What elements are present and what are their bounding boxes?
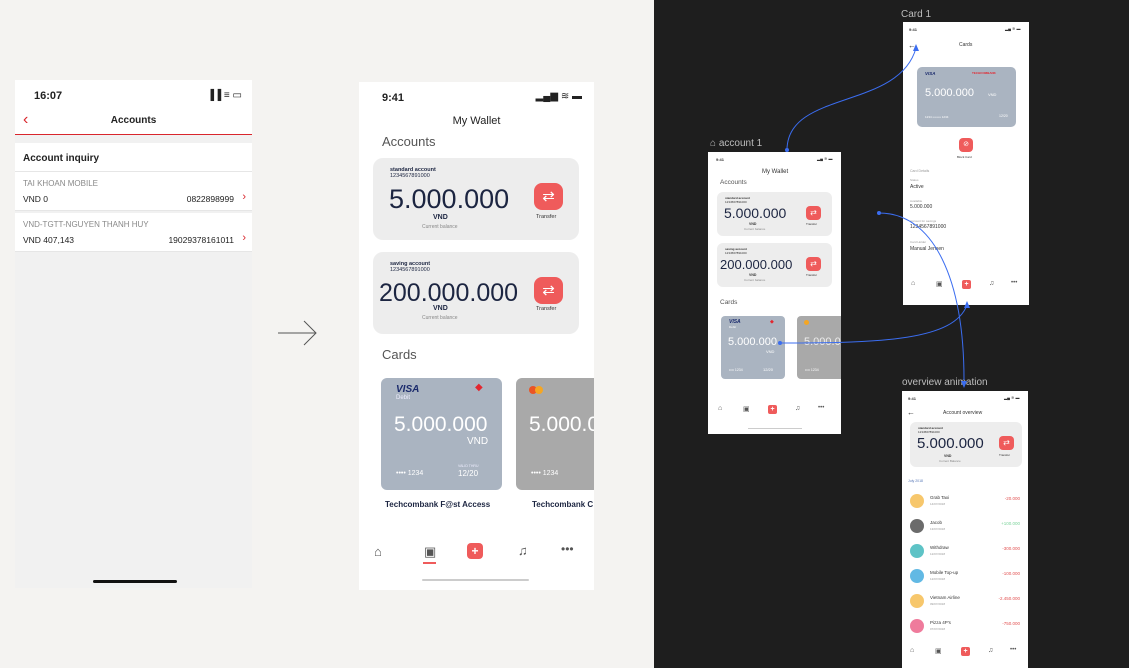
- active-tab-indicator: [423, 562, 436, 564]
- current-balance-label: Current balance: [422, 224, 458, 230]
- account-row[interactable]: VND-TGTT-NGUYEN THANH HUY VND 407,143 19…: [15, 213, 252, 252]
- card-currency: VND: [467, 436, 489, 447]
- card-name: Techcombank C: [532, 500, 594, 509]
- account-row[interactable]: TAI KHOAN MOBILE VND 0 0822898999 ›: [15, 172, 252, 211]
- status-bar: 16:07 ▐▐ ≡ ▭: [15, 80, 252, 108]
- account-balance: VND 407,143: [23, 235, 75, 245]
- account-number: 1234567891000: [390, 173, 430, 179]
- card-amount: 5.000.0: [529, 413, 594, 436]
- saving-account-card[interactable]: saving account 1234567891000 200.000.000…: [373, 252, 579, 334]
- account-number: 0822898999: [186, 194, 234, 204]
- accounts-heading: Accounts: [382, 134, 436, 149]
- old-accounts-screen: 16:07 ▐▐ ≡ ▭ ‹ Accounts Account inquiry …: [15, 80, 252, 588]
- section-title: Account inquiry: [23, 153, 100, 164]
- home-indicator: [422, 579, 529, 581]
- transfer-label: Transfer: [536, 214, 557, 220]
- my-wallet-screen: 9:41 ▂▄▆ ≋ ▬ My Wallet Accounts standard…: [359, 82, 594, 590]
- status-time: 16:07: [34, 90, 63, 102]
- wallet-icon[interactable]: ▣: [424, 544, 436, 560]
- connection-line: [779, 304, 968, 344]
- status-time: 9:41: [382, 92, 405, 104]
- signal-wifi-battery-icon: ▂▄▆ ≋ ▬: [535, 91, 582, 102]
- card-expiry: 12/20: [458, 469, 479, 478]
- account-currency: VND: [433, 305, 448, 312]
- account-inquiry-header: Account inquiry: [15, 143, 252, 172]
- masked-card-number: •••• 1234: [396, 470, 424, 477]
- prototype-canvas: Card 1 ⌂ account 1 overview animation 9:…: [654, 0, 1129, 668]
- connection-line: [786, 47, 917, 151]
- arrow-right-icon: [278, 320, 317, 346]
- connection-arrowhead: [913, 44, 919, 51]
- transfer-label: Transfer: [536, 306, 557, 312]
- nav-bar: ‹ Accounts: [15, 108, 252, 135]
- account-currency: VND: [433, 214, 448, 221]
- prototype-connections: [778, 44, 970, 388]
- bell-icon[interactable]: ♫: [518, 543, 528, 558]
- chevron-right-icon: ›: [242, 191, 246, 203]
- account-name: TAI KHOAN MOBILE: [23, 179, 98, 188]
- account-number: 1234567891000: [390, 267, 430, 273]
- account-amount: 5.000.000: [389, 184, 510, 214]
- connection-line: [878, 212, 965, 381]
- standard-account-card[interactable]: standard account 1234567891000 5.000.000…: [373, 158, 579, 240]
- page-title: Accounts: [110, 115, 157, 126]
- more-icon[interactable]: •••: [561, 542, 574, 556]
- connection-arrowhead: [964, 301, 970, 308]
- home-indicator: [93, 580, 177, 583]
- account-name: VND-TGTT-NGUYEN THANH HUY: [23, 220, 149, 229]
- current-balance-label: Current balance: [422, 315, 458, 321]
- plus-icon[interactable]: +: [467, 543, 483, 559]
- techcombank-logo-icon: ◆: [475, 382, 483, 393]
- chevron-right-icon: ›: [242, 232, 246, 244]
- visa-debit-card[interactable]: VISA Debit ◆ 5.000.000 VND •••• 1234 VAL…: [381, 378, 502, 490]
- account-balance: VND 0: [23, 194, 49, 204]
- connection-dot: [877, 211, 881, 215]
- connection-arrowhead: [961, 381, 967, 388]
- signal-wifi-battery-icon: ▐▐ ≡ ▭: [206, 90, 242, 101]
- card-amount: 5.000.000: [394, 413, 488, 436]
- connection-dot: [785, 148, 789, 152]
- mastercard-logo-icon: [535, 386, 543, 394]
- home-icon[interactable]: ⌂: [374, 544, 382, 559]
- connection-dot: [778, 341, 782, 345]
- masked-card-number: •••• 1234: [531, 470, 559, 477]
- account-amount: 200.000.000: [379, 279, 519, 307]
- transfer-icon[interactable]: ⇄: [534, 277, 563, 304]
- cards-heading: Cards: [382, 347, 417, 362]
- card-name: Techcombank F@st Access: [385, 500, 491, 509]
- valid-thru-label: VALID THRU: [458, 464, 479, 468]
- transfer-icon[interactable]: ⇄: [534, 183, 563, 210]
- second-card[interactable]: 5.000.0 •••• 1234: [516, 378, 594, 490]
- account-number: 19029378161011: [168, 235, 234, 245]
- card-type: Debit: [396, 395, 411, 401]
- page-title: My Wallet: [452, 115, 501, 127]
- visa-logo: VISA: [396, 384, 420, 395]
